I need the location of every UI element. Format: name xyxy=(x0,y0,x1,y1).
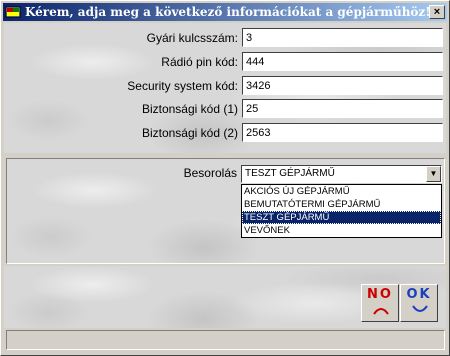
option-akcios[interactable]: AKCIÓS ÚJ GÉPJÁRMŰ xyxy=(242,185,441,198)
dropdown-button[interactable]: ▼ xyxy=(426,166,441,182)
security-system-input[interactable] xyxy=(242,76,443,95)
field-label-security-code-1: Biztonsági kód (1) xyxy=(141,102,238,116)
option-bemutatotermi[interactable]: BEMUTATÓTERMI GÉPJÁRMŰ xyxy=(242,198,441,211)
radio-pin-input[interactable] xyxy=(242,52,443,71)
security-code-2-input[interactable] xyxy=(242,123,443,142)
smile-face-icon xyxy=(412,305,428,312)
ok-button-label: OK xyxy=(406,287,432,302)
classification-label: Besorolás xyxy=(183,166,237,180)
classification-dropdown[interactable]: TESZT GÉPJÁRMŰ ▼ xyxy=(241,165,442,183)
window-title: Kérem, adja meg a következő információka… xyxy=(25,5,431,19)
option-vevonek[interactable]: VEVŐNEK xyxy=(242,224,441,237)
field-label-radio-pin: Rádió pin kód: xyxy=(161,55,238,69)
buttons-panel: NO OK xyxy=(4,266,446,328)
fields-panel: Gyári kulcsszám: Rádió pin kód: Security… xyxy=(4,23,446,153)
classification-selected-value: TESZT GÉPJÁRMŰ xyxy=(245,168,335,179)
field-label-factory-key: Gyári kulcsszám: xyxy=(146,31,238,45)
app-icon xyxy=(5,6,21,18)
ok-button[interactable]: OK xyxy=(400,284,438,322)
no-button-label: NO xyxy=(367,287,393,302)
dialog-window: Kérem, adja meg a következő információka… xyxy=(0,0,450,356)
close-button[interactable]: × xyxy=(429,5,445,19)
status-bar xyxy=(6,330,445,350)
title-bar[interactable]: Kérem, adja meg a következő információka… xyxy=(3,3,447,21)
down-arrow-icon: ▼ xyxy=(429,169,438,178)
sad-face-icon xyxy=(373,308,389,315)
classification-option-list[interactable]: AKCIÓS ÚJ GÉPJÁRMŰ BEMUTATÓTERMI GÉPJÁRM… xyxy=(241,184,442,238)
no-button[interactable]: NO xyxy=(361,284,399,322)
factory-key-input[interactable] xyxy=(242,28,443,47)
field-label-security-code-2: Biztonsági kód (2) xyxy=(141,126,238,140)
field-label-security-system: Security system kód: xyxy=(127,79,238,93)
classification-panel: Besorolás TESZT GÉPJÁRMŰ ▼ AKCIÓS ÚJ GÉP… xyxy=(6,158,445,264)
option-teszt[interactable]: TESZT GÉPJÁRMŰ xyxy=(242,211,441,224)
security-code-1-input[interactable] xyxy=(242,99,443,118)
